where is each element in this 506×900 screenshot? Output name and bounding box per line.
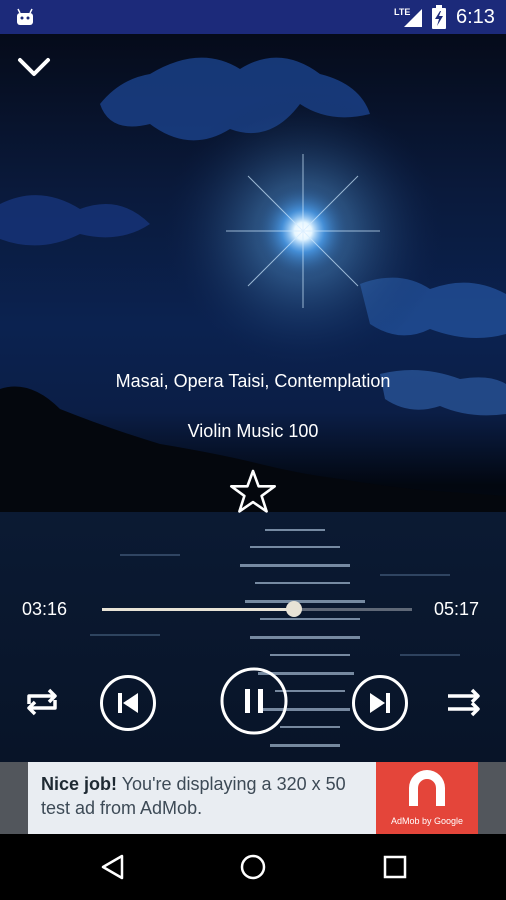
play-pause-button[interactable] (219, 666, 289, 736)
album-title: Violin Music 100 (187, 421, 319, 441)
home-button[interactable] (238, 852, 268, 882)
recents-button[interactable] (380, 852, 410, 882)
shuffle-icon (448, 688, 480, 717)
battery-charging-icon (432, 5, 446, 29)
back-triangle-icon (101, 854, 124, 880)
skip-next-icon (370, 693, 390, 713)
signal-icon (404, 9, 422, 27)
android-icon (17, 8, 33, 25)
navigation-bar (0, 834, 506, 900)
next-button[interactable] (351, 674, 409, 732)
pause-icon (245, 689, 263, 713)
shuffle-button[interactable] (442, 682, 486, 722)
seek-thumb[interactable] (286, 601, 303, 617)
favorite-button[interactable] (229, 468, 277, 516)
skip-previous-icon (118, 693, 138, 713)
star-outline-icon (229, 469, 277, 513)
elapsed-time: 03:16 (22, 599, 68, 619)
clock: 6:13 (456, 6, 495, 28)
seek-progress (102, 608, 295, 611)
background-artwork (0, 57, 506, 762)
repeat-icon (27, 688, 57, 716)
admob-caption: AdMob by Google (390, 816, 464, 826)
signal-indicator: LTE (394, 7, 424, 27)
collapse-button[interactable] (14, 50, 54, 84)
repeat-button[interactable] (20, 682, 64, 722)
now-playing-screen: Masai, Opera Taisi, Contemplation Violin… (0, 34, 506, 762)
back-button[interactable] (98, 852, 128, 882)
ad-banner: Nice job! You're displaying a 320 x 50 t… (0, 762, 506, 834)
ad-headline: Nice job! (41, 774, 118, 794)
song-title: Masai, Opera Taisi, Contemplation (115, 371, 391, 391)
recents-square-icon (383, 855, 407, 879)
admob-logo: AdMob by Google (376, 762, 478, 834)
chevron-down-icon (18, 58, 50, 76)
seek-bar[interactable] (102, 598, 412, 620)
test-ad[interactable]: Nice job! You're displaying a 320 x 50 t… (28, 762, 478, 834)
total-duration: 05:17 (434, 599, 480, 619)
previous-button[interactable] (99, 674, 157, 732)
home-circle-icon (240, 854, 266, 880)
ad-message: Nice job! You're displaying a 320 x 50 t… (41, 772, 371, 820)
status-bar: LTE 6:13 (0, 0, 506, 34)
admob-icon (409, 770, 445, 806)
